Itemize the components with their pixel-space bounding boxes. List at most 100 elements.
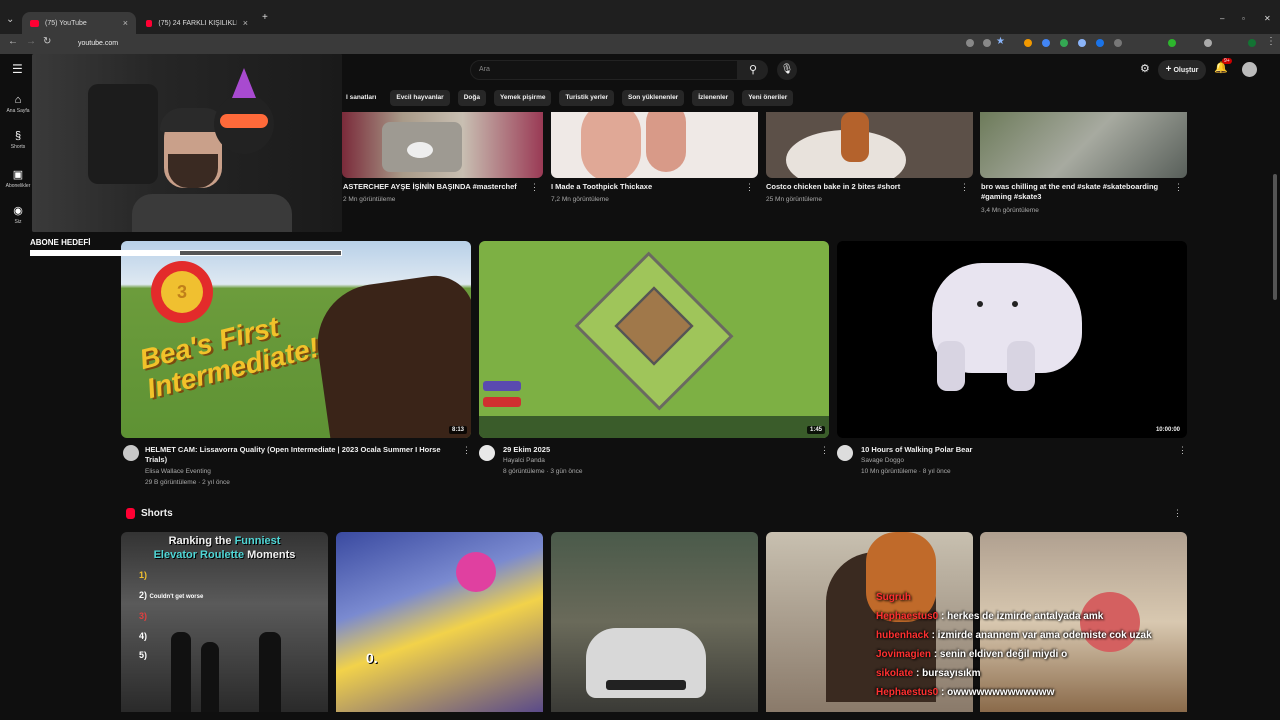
short-thumbnail[interactable]: [551, 532, 758, 712]
video-title[interactable]: HELMET CAM: Lissavorra Quality (Open Int…: [145, 445, 450, 465]
extension-icon[interactable]: [983, 39, 991, 47]
sidebar-item-home[interactable]: ⌂ Ana Sayfa: [0, 94, 36, 114]
channel-avatar[interactable]: [479, 445, 495, 461]
youtube-page: ☰ Ara ⚲ 🎙 ⚙ + Oluştur 🔔 9+ ⌂ Ana Sayfa §…: [0, 54, 1280, 720]
extension-icon[interactable]: [1168, 39, 1176, 47]
account-avatar[interactable]: [1242, 62, 1257, 77]
maximize-icon[interactable]: ▫: [1242, 14, 1245, 23]
video-title[interactable]: I Made a Toothpick Thickaxe: [551, 182, 736, 192]
channel-name[interactable]: Hayalci Panda: [503, 456, 545, 466]
channel-name[interactable]: Savage Doggo: [861, 456, 904, 466]
chat-text: : owwwwwwwwwwwww: [941, 687, 1055, 698]
short-thumbnail[interactable]: Ranking the Funniest Elevator Roulette M…: [121, 532, 328, 712]
profile-avatar-icon[interactable]: [1248, 39, 1256, 47]
close-tab-icon[interactable]: ×: [243, 18, 248, 28]
extension-icon[interactable]: [1096, 39, 1104, 47]
rank-label: 5): [139, 650, 148, 660]
extension-icon[interactable]: [1024, 39, 1032, 47]
video-stats: 3,4 Mn görüntüleme: [981, 207, 1039, 214]
bookmark-star-icon[interactable]: ★: [996, 36, 1005, 47]
voice-search-button[interactable]: 🎙: [777, 60, 797, 80]
video-title[interactable]: bro was chilling at the end #skate #skat…: [981, 182, 1171, 202]
extension-icon[interactable]: [1042, 39, 1050, 47]
more-options-icon[interactable]: ⋮: [1174, 182, 1183, 193]
sidebar-item-label: Shorts: [10, 144, 26, 150]
more-options-icon[interactable]: ⋮: [820, 445, 829, 456]
sidebar-item-shorts[interactable]: § Shorts: [0, 130, 36, 150]
video-thumbnail[interactable]: [980, 112, 1187, 178]
short-title-part: Elevator Roulette: [153, 549, 245, 561]
url-field[interactable]: youtube.com: [60, 36, 960, 52]
channel-avatar[interactable]: [837, 445, 853, 461]
chip[interactable]: Doğa: [457, 90, 486, 106]
page-scrollbar[interactable]: [1273, 174, 1277, 300]
video-title[interactable]: 29 Ekim 2025: [503, 445, 803, 455]
chat-text: : bursayısıkm: [916, 668, 981, 679]
more-options-icon[interactable]: ⋮: [1173, 508, 1182, 519]
channel-name[interactable]: Elisa Wallace Eventing: [145, 467, 211, 477]
extensions-puzzle-icon[interactable]: [1204, 39, 1212, 47]
more-options-icon[interactable]: ⋮: [462, 445, 471, 456]
sidebar-item-subscriptions[interactable]: ▣ Abonelikler: [0, 168, 36, 189]
short-thumbnail[interactable]: 0.: [336, 532, 543, 712]
url-text: youtube.com: [78, 40, 119, 47]
tab-video[interactable]: (75) 24 FARKLI KİŞİLİKLE YAŞAYA ×: [138, 12, 256, 34]
forward-icon[interactable]: →: [26, 36, 36, 47]
browser-menu-icon[interactable]: ⋮: [1266, 36, 1276, 47]
tab-menu-icon[interactable]: ⌄: [6, 14, 14, 25]
chat-text: : izmirde anannem var ama odemiste cok u…: [931, 630, 1152, 641]
channel-avatar[interactable]: [123, 445, 139, 461]
chip[interactable]: Evcil hayvanlar: [390, 90, 450, 106]
tab-youtube[interactable]: (75) YouTube ×: [22, 12, 136, 34]
notifications-badge: 9+: [1222, 58, 1232, 64]
more-options-icon[interactable]: ⋮: [745, 182, 754, 193]
reload-icon[interactable]: ↻: [43, 36, 51, 47]
close-tab-icon[interactable]: ×: [123, 18, 128, 28]
microphone-icon: 🎙: [780, 64, 794, 75]
search-input[interactable]: Ara: [470, 60, 738, 80]
back-icon[interactable]: ←: [8, 36, 18, 47]
video-title[interactable]: Costco chicken bake in 2 bites #short: [766, 182, 951, 192]
video-thumbnail[interactable]: [551, 112, 758, 178]
new-tab-icon[interactable]: +: [262, 12, 268, 23]
more-options-icon[interactable]: ⋮: [530, 182, 539, 193]
plus-icon: +: [1165, 64, 1172, 75]
video-thumbnail[interactable]: 10:00:00: [837, 241, 1187, 438]
extension-icon[interactable]: [1060, 39, 1068, 47]
chip[interactable]: İzlenenler: [692, 90, 735, 106]
chip[interactable]: l sanatları: [340, 90, 382, 106]
chip[interactable]: Yemek pişirme: [493, 90, 552, 106]
duration-badge: 8:13: [448, 426, 467, 434]
search-button[interactable]: ⚲: [738, 60, 768, 80]
chip[interactable]: Yeni öneriler: [742, 90, 794, 106]
chat-message: Hephaestus0 : owwwwwwwwwwwww: [876, 687, 1196, 706]
cast-icon[interactable]: ⚙: [1140, 62, 1150, 75]
chat-text: : senin eldiven değil miydi o: [933, 649, 1068, 660]
extension-icon[interactable]: [966, 39, 974, 47]
video-title[interactable]: 10 Hours of Walking Polar Bear: [861, 445, 1161, 455]
extension-icon[interactable]: [1114, 39, 1122, 47]
video-title[interactable]: ASTERCHEF AYŞE İŞİNİN BAŞINDA #masterche…: [343, 182, 528, 192]
sidebar-item-label: Abonelikler: [5, 183, 31, 189]
chip[interactable]: Son yüklenenler: [622, 90, 685, 106]
more-options-icon[interactable]: ⋮: [1178, 445, 1187, 456]
video-thumbnail[interactable]: [342, 112, 543, 178]
minimize-icon[interactable]: –: [1220, 14, 1224, 23]
video-thumbnail[interactable]: 1:45: [479, 241, 829, 438]
address-bar-row: ← → ↻ youtube.com ★ ⋮: [0, 34, 1280, 54]
extension-icon[interactable]: [1078, 39, 1086, 47]
more-options-icon[interactable]: ⋮: [960, 182, 969, 193]
rank-label: 3): [139, 611, 148, 621]
chat-username: sikolate: [876, 668, 914, 679]
shorts-icon: §: [14, 130, 22, 142]
chip[interactable]: Turistik yerler: [559, 90, 614, 106]
video-thumbnail[interactable]: [766, 112, 973, 178]
rank-label: 2): [139, 589, 148, 600]
video-thumbnail[interactable]: 3 Bea's First Intermediate! 8:13: [121, 241, 471, 438]
sidebar-item-you[interactable]: ◉ Siz: [0, 204, 36, 225]
chat-message: hubenhack : izmirde anannem var ama odem…: [876, 630, 1196, 649]
close-window-icon[interactable]: ✕: [1264, 14, 1271, 23]
search-placeholder: Ara: [479, 66, 490, 73]
create-button[interactable]: + Oluştur: [1158, 60, 1206, 80]
youtube-favicon-icon: [30, 19, 39, 27]
